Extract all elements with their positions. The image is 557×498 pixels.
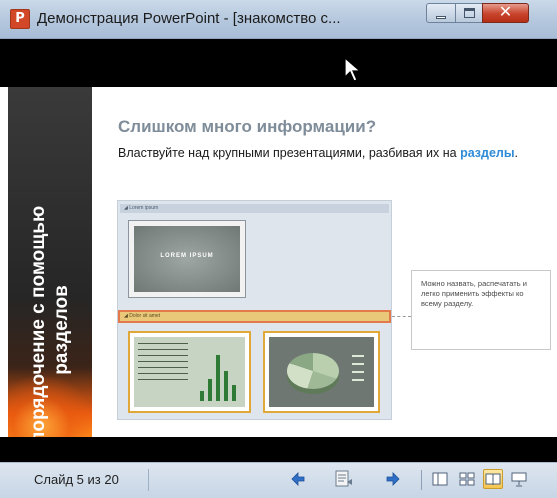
menu-icon (335, 470, 352, 487)
minimize-icon (436, 16, 446, 19)
slide-show-button[interactable] (509, 469, 529, 489)
sections-screenshot: ◢ Lorem ipsum LOREM IPSUM ◢ Dolor sit am… (117, 200, 392, 420)
mini-pie (287, 353, 339, 389)
pie-legend-mark (352, 363, 364, 365)
mini-bar (232, 385, 236, 401)
callout-box: Можно назвать, распечатать и легко приме… (411, 270, 551, 350)
table-line (138, 355, 188, 356)
table-line (138, 349, 188, 350)
status-bar: Слайд 5 из 20 (0, 462, 557, 498)
status-separator (148, 469, 149, 491)
slide-counter: Слайд 5 из 20 (34, 472, 119, 487)
next-icon (386, 472, 400, 486)
section-title: Упорядочение с помощью разделов (28, 205, 72, 437)
callout-connector (392, 316, 411, 317)
previous-button[interactable] (287, 468, 309, 490)
slide-sorter-button[interactable] (457, 469, 477, 489)
mini-bar (216, 355, 220, 401)
view-separator (421, 470, 422, 490)
minimize-button[interactable] (426, 3, 456, 23)
section-header-1: ◢ Lorem ipsum (120, 204, 389, 213)
normal-view-button[interactable] (430, 469, 450, 489)
previous-icon (291, 472, 305, 486)
slide-subtitle: Властвуйте над крупными презентациями, р… (118, 143, 548, 164)
letterbox-bottom (0, 437, 557, 462)
slide-show-icon (511, 472, 527, 487)
window-title: Демонстрация PowerPoint - [знакомство с.… (37, 10, 341, 27)
table-line (138, 379, 188, 380)
subtitle-end: . (514, 146, 519, 160)
lorem-label: LOREM IPSUM (160, 253, 214, 259)
slide[interactable]: Упорядочение с помощью разделов Слишком … (8, 87, 557, 437)
table-line (138, 367, 188, 368)
normal-view-icon (432, 472, 448, 486)
close-icon: ✕ (498, 2, 513, 21)
thumbnail-lorem-image (134, 226, 240, 292)
pie-legend-mark (352, 379, 364, 381)
menu-button[interactable] (333, 468, 355, 490)
slide-sidebar: Упорядочение с помощью разделов (8, 87, 92, 437)
subtitle-text: Властвуйте над крупными презентациями, р… (118, 146, 461, 160)
slide-title: Слишком много информации? (118, 117, 377, 136)
mouse-cursor-icon (344, 57, 362, 82)
thumbnail-table-image (134, 337, 245, 407)
close-button[interactable]: ✕ (482, 2, 529, 23)
pie-legend-mark (352, 355, 364, 357)
sections-link[interactable]: разделы (460, 146, 514, 160)
table-line (138, 373, 188, 374)
next-button[interactable] (382, 468, 404, 490)
thumbnail-pie-image (269, 337, 374, 407)
maximize-button[interactable] (455, 3, 483, 23)
section-header-2: ◢ Dolor sit amet (118, 310, 391, 323)
reading-view-button[interactable] (483, 469, 503, 489)
table-line (138, 361, 188, 362)
window-titlebar: P Демонстрация PowerPoint - [знакомство … (0, 0, 557, 39)
table-line (138, 343, 188, 344)
maximize-icon (464, 8, 475, 18)
letterbox-top (0, 39, 557, 87)
mini-bar (224, 371, 228, 401)
powerpoint-icon[interactable]: P (10, 9, 30, 29)
thumbnail-lorem: LOREM IPSUM (128, 220, 246, 298)
mini-bar (208, 379, 212, 401)
pie-legend-mark (352, 371, 364, 373)
mini-bar (200, 391, 204, 401)
thumbnail-table-chart (128, 331, 251, 413)
slide-sorter-icon (459, 472, 475, 486)
reading-view-icon (485, 473, 501, 486)
thumbnail-pie-chart (263, 331, 380, 413)
